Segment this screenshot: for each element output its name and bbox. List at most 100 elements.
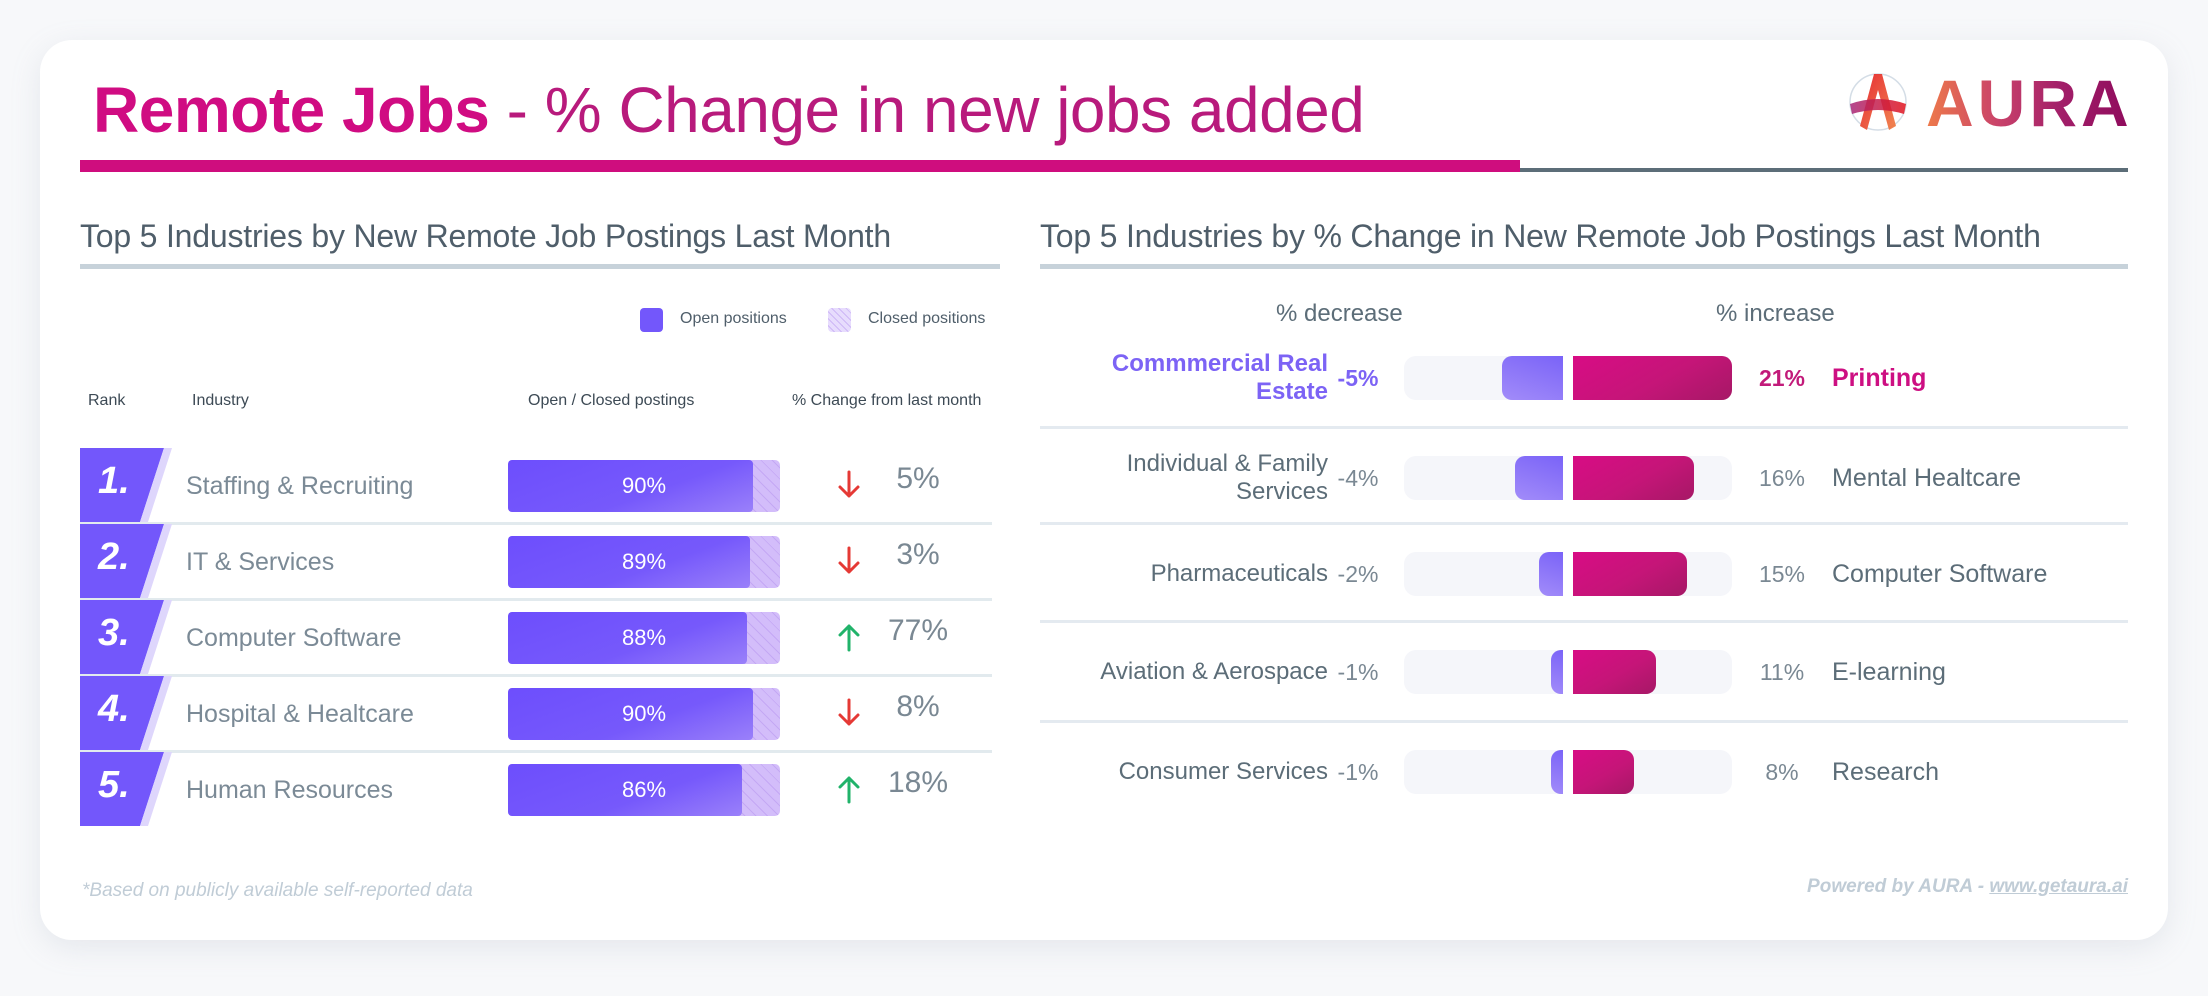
closed-positions-bar: 88% xyxy=(508,612,780,664)
change-percent: 77% xyxy=(887,614,949,647)
decrease-bar xyxy=(1550,750,1563,794)
decrease-bar xyxy=(1514,456,1563,500)
arrow-down-icon xyxy=(838,698,860,726)
closed-positions-bar: 90% xyxy=(508,460,780,512)
decrease-bar xyxy=(1502,356,1563,400)
change-percent: 8% xyxy=(896,690,940,723)
change-percent: 5% xyxy=(896,462,940,495)
change-row: Aviation & Aerospace -1% 11% E-learning xyxy=(1040,624,2128,720)
aura-logo: AURA xyxy=(1846,68,2136,138)
increase-bar xyxy=(1573,456,1695,500)
industry-name: Hospital & Healtcare xyxy=(186,700,414,728)
decrease-industry: Individual & Family Services xyxy=(1126,450,1328,505)
powered-by-text: Powered by AURA - xyxy=(1807,876,1990,897)
decrease-header: % decrease xyxy=(1276,300,1403,327)
decrease-industry: Pharmaceuticals xyxy=(1150,560,1328,587)
change-row: Pharmaceuticals -2% 15% Computer Softwar… xyxy=(1040,526,2128,622)
decrease-value: -5% xyxy=(1337,364,1379,391)
decrease-industry: Consumer Services xyxy=(1118,758,1328,785)
rank-number: 4. xyxy=(98,688,130,730)
rank-number: 3. xyxy=(98,612,130,654)
decrease-industry: Commmercial Real Estate xyxy=(1111,350,1328,405)
page-title: Remote Jobs - % Change in new jobs added xyxy=(93,72,1365,148)
industry-name: Staffing & Recruiting xyxy=(186,472,414,500)
title-bold: Remote Jobs xyxy=(93,74,490,146)
industry-name: Human Resources xyxy=(186,776,394,804)
open-positions-label: 90% xyxy=(621,701,667,726)
rank-number: 5. xyxy=(98,764,130,806)
increase-bar xyxy=(1573,750,1634,794)
title-rest: - % Change in new jobs added xyxy=(489,74,1365,146)
column-header-industry: Industry xyxy=(192,392,249,409)
industry-name: Computer Software xyxy=(186,624,402,652)
left-section-title: Top 5 Industries by New Remote Job Posti… xyxy=(80,218,891,254)
right-section-rule xyxy=(1040,264,2128,269)
left-section-rule xyxy=(80,264,1000,269)
increase-value: 21% xyxy=(1758,364,1806,391)
decrease-value: -1% xyxy=(1337,758,1379,785)
decrease-track xyxy=(1404,750,1563,794)
rank-number: 1. xyxy=(98,460,130,502)
footnote: *Based on publicly available self-report… xyxy=(82,880,473,901)
closed-positions-bar: 90% xyxy=(508,688,780,740)
table-row: 4. Hospital & Healtcare 90% 8% xyxy=(80,676,992,750)
arrow-up-icon xyxy=(838,624,860,652)
increase-value: 8% xyxy=(1765,758,1799,785)
website-link[interactable]: www.getaura.ai xyxy=(1989,876,2128,897)
increase-industry: Computer Software xyxy=(1832,559,2048,588)
table-row: 5. Human Resources 86% 18% xyxy=(80,752,992,826)
closed-positions-bar: 86% xyxy=(508,764,780,816)
right-section-title: Top 5 Industries by % Change in New Remo… xyxy=(1040,218,2041,254)
aura-logo-text: AURA xyxy=(1926,66,2133,140)
column-header-postings: Open / Closed postings xyxy=(528,392,695,409)
aura-logo-icon xyxy=(1849,73,1907,131)
column-header-change: % Change from last month xyxy=(792,392,982,409)
row-divider xyxy=(1040,620,2128,623)
increase-value: 11% xyxy=(1759,658,1805,685)
decrease-value: -4% xyxy=(1337,464,1379,491)
increase-industry: Mental Healtcare xyxy=(1832,463,2021,492)
decrease-bar xyxy=(1538,552,1563,596)
decrease-industry: Aviation & Aerospace xyxy=(1100,658,1328,685)
table-row: 3. Computer Software 88% 77% xyxy=(80,600,992,674)
legend-closed-swatch xyxy=(828,308,851,332)
row-divider xyxy=(1040,426,2128,429)
closed-positions-bar: 89% xyxy=(508,536,780,588)
decrease-track xyxy=(1404,650,1563,694)
change-percent: 3% xyxy=(896,538,940,571)
increase-bar xyxy=(1573,552,1687,596)
increase-header: % increase xyxy=(1716,300,1835,327)
arrow-up-icon xyxy=(838,776,860,804)
open-positions-label: 88% xyxy=(621,625,667,650)
change-row: Consumer Services -1% 8% Research xyxy=(1040,724,2128,820)
open-positions-label: 90% xyxy=(621,473,667,498)
rank-number: 2. xyxy=(98,536,130,578)
legend-open-label: Open positions xyxy=(680,310,787,327)
legend-closed-label: Closed positions xyxy=(868,310,986,327)
increase-value: 16% xyxy=(1758,464,1806,491)
industry-name: IT & Services xyxy=(186,548,335,576)
change-row: Individual & Family Services -4% 16% Men… xyxy=(1040,430,2128,526)
change-row: Commmercial Real Estate -5% 21% Printing xyxy=(1040,330,2128,426)
increase-industry: Printing xyxy=(1832,363,1927,392)
decrease-bar xyxy=(1550,650,1563,694)
arrow-down-icon xyxy=(838,546,860,574)
legend-open-swatch xyxy=(640,308,663,332)
row-divider xyxy=(1040,522,2128,525)
open-positions-label: 89% xyxy=(621,549,667,574)
table-row: 1. Staffing & Recruiting 90% 5% xyxy=(80,448,992,522)
increase-industry: Research xyxy=(1832,757,1939,786)
powered-by: Powered by AURA - www.getaura.ai xyxy=(1807,876,2128,898)
row-divider xyxy=(1040,720,2128,723)
decrease-value: -2% xyxy=(1337,560,1379,587)
open-positions-label: 86% xyxy=(621,777,667,802)
increase-bar xyxy=(1573,650,1657,694)
increase-bar xyxy=(1573,356,1732,400)
column-header-rank: Rank xyxy=(88,392,126,409)
increase-industry: E-learning xyxy=(1832,657,1946,686)
title-underline xyxy=(1520,168,2128,172)
table-row: 2. IT & Services 89% 3% xyxy=(80,524,992,598)
increase-value: 15% xyxy=(1758,560,1806,587)
title-underline-accent xyxy=(80,160,1520,172)
decrease-value: -1% xyxy=(1337,658,1379,685)
